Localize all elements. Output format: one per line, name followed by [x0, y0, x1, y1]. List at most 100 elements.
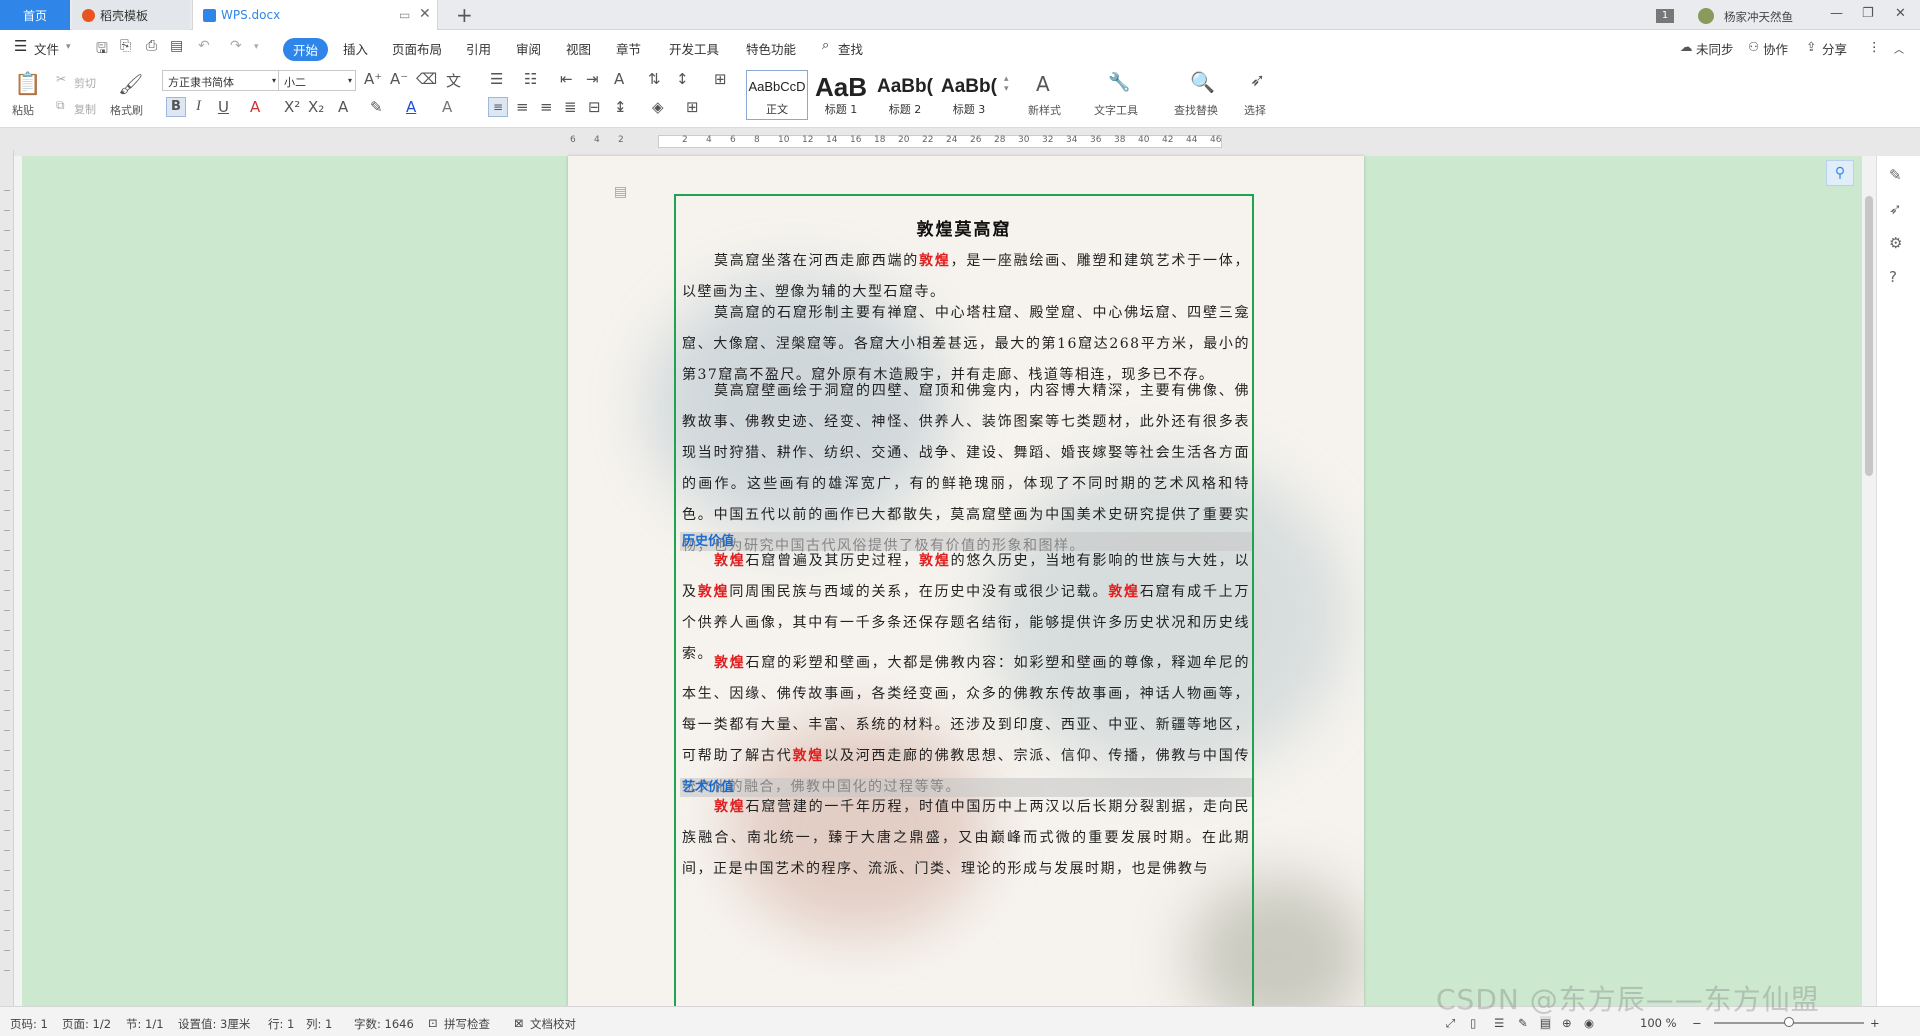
- cut-icon[interactable]: ✂: [56, 72, 66, 86]
- format-painter-button[interactable]: 格式刷: [110, 102, 143, 118]
- page-view-icon[interactable]: ▤: [1540, 1016, 1551, 1030]
- tab-home[interactable]: 首页: [0, 0, 70, 30]
- document-page[interactable]: ▤ 敦煌莫高窟 莫高窟坐落在河西走廊西端的敦煌，是一座融绘画、雕塑和建筑艺术于一…: [568, 156, 1364, 1006]
- window-count-badge[interactable]: 1: [1656, 9, 1674, 23]
- menu-file[interactable]: 文件: [34, 39, 59, 58]
- undo-icon[interactable]: ↶: [198, 38, 210, 54]
- paste-icon[interactable]: 📋: [14, 72, 41, 97]
- subscript-icon[interactable]: X₂: [308, 98, 324, 116]
- zoom-out-icon[interactable]: −: [1692, 1016, 1702, 1030]
- new-tab-icon[interactable]: +: [456, 3, 473, 27]
- font-color-icon[interactable]: A: [406, 98, 416, 116]
- fullscreen-icon[interactable]: ⤢: [1446, 1016, 1455, 1031]
- borders-icon[interactable]: ⊞: [686, 98, 699, 116]
- more-icon[interactable]: ⋮: [1868, 39, 1881, 54]
- close-tab-icon[interactable]: ✕: [419, 6, 431, 22]
- quick-access-more-icon[interactable]: ▾: [254, 42, 259, 52]
- zoom-level[interactable]: 100 %: [1640, 1016, 1677, 1030]
- hamburger-icon[interactable]: ☰: [14, 37, 27, 55]
- italic-icon[interactable]: I: [196, 98, 201, 115]
- strikethrough-icon[interactable]: A: [250, 98, 260, 116]
- print-icon[interactable]: ⎙: [146, 38, 157, 54]
- restore-icon[interactable]: ❐: [1862, 6, 1874, 21]
- pointer-icon[interactable]: ➶: [1889, 200, 1902, 218]
- justify-icon[interactable]: ≣: [564, 98, 577, 116]
- save-icon[interactable]: 🖫: [96, 38, 108, 62]
- decrease-indent-icon[interactable]: ⇤: [560, 70, 573, 88]
- export-pdf-icon[interactable]: ⎘: [120, 38, 131, 54]
- select-cursor-icon[interactable]: ➶: [1250, 70, 1265, 91]
- status-page-number[interactable]: 页码: 1: [10, 1016, 48, 1032]
- format-painter-icon[interactable]: 🖌: [118, 72, 143, 96]
- outline-view-icon[interactable]: ☰: [1494, 1016, 1504, 1030]
- change-case-icon[interactable]: A: [614, 70, 624, 88]
- zoom-slider-thumb[interactable]: [1784, 1017, 1794, 1027]
- find-replace-icon[interactable]: 🔍: [1190, 70, 1215, 94]
- status-page[interactable]: 页面: 1/2: [62, 1016, 111, 1032]
- read-mode-icon[interactable]: ▯: [1470, 1016, 1476, 1030]
- tab-templates[interactable]: 稻壳模板: [72, 0, 190, 30]
- eye-protection-icon[interactable]: ◉: [1584, 1016, 1594, 1030]
- font-size-select[interactable]: 小二 ▾: [278, 70, 356, 91]
- collab-icon[interactable]: ⚇: [1748, 39, 1759, 54]
- text-frame[interactable]: 敦煌莫高窟 莫高窟坐落在河西走廊西端的敦煌，是一座融绘画、雕塑和建筑艺术于一体，…: [674, 194, 1254, 1006]
- find-replace-button[interactable]: 查找替换: [1174, 102, 1218, 118]
- show-marks-icon[interactable]: ⊞: [714, 70, 727, 88]
- align-center-icon[interactable]: ≡: [516, 98, 529, 116]
- spellcheck-icon[interactable]: ⊡: [428, 1016, 438, 1030]
- help-icon[interactable]: ?: [1889, 268, 1897, 286]
- tab-document[interactable]: WPS.docx ▭ ✕: [192, 0, 438, 30]
- proofread-button[interactable]: 文档校对: [530, 1016, 576, 1032]
- style-heading-1[interactable]: AaB 标题 1: [810, 70, 872, 120]
- font-name-select[interactable]: 方正隶书简体 ▾: [162, 70, 280, 91]
- numbered-list-icon[interactable]: ☷: [524, 70, 537, 88]
- text-tool-button[interactable]: 文字工具: [1094, 102, 1138, 118]
- select-button[interactable]: 选择: [1244, 102, 1266, 118]
- status-section[interactable]: 节: 1/1: [126, 1016, 164, 1032]
- menu-search[interactable]: 查找: [838, 39, 863, 58]
- menu-special[interactable]: 特色功能: [746, 39, 796, 58]
- print-preview-icon[interactable]: ▤: [170, 38, 183, 54]
- align-left-icon[interactable]: ≡: [488, 97, 508, 117]
- paragraph-6[interactable]: 敦煌石窟营建的一千年历程，时值中国历中上两汉以后长期分裂割据，走向民族融合、南北…: [682, 792, 1250, 885]
- shrink-font-icon[interactable]: A⁻: [390, 70, 408, 88]
- user-name[interactable]: 杨家冲天然鱼: [1724, 9, 1793, 25]
- paste-button[interactable]: 粘贴: [12, 102, 34, 118]
- styles-scroll-icon[interactable]: ▴ ▾: [1004, 74, 1009, 94]
- spellcheck-button[interactable]: 拼写检查: [444, 1016, 490, 1032]
- wrench-icon[interactable]: 🔧: [1108, 72, 1130, 93]
- avatar[interactable]: [1698, 8, 1714, 24]
- share-button[interactable]: 分享: [1822, 39, 1847, 58]
- status-word-count[interactable]: 字数: 1646: [354, 1016, 414, 1032]
- close-window-icon[interactable]: ✕: [1895, 6, 1906, 21]
- layout-options-icon[interactable]: ▤: [614, 184, 627, 200]
- style-heading-3[interactable]: AaBb( 标题 3: [938, 70, 1000, 120]
- minimize-icon[interactable]: —: [1830, 6, 1843, 21]
- line-spacing-icon[interactable]: ↕: [676, 70, 689, 88]
- pen-icon[interactable]: ✎: [1889, 166, 1902, 184]
- menu-developer[interactable]: 开发工具: [669, 39, 719, 58]
- superscript-icon[interactable]: X²: [284, 98, 300, 116]
- web-view-icon[interactable]: ⊕: [1562, 1016, 1572, 1030]
- status-setting[interactable]: 设置值: 3厘米: [178, 1016, 250, 1032]
- vertical-scrollbar[interactable]: [1862, 156, 1876, 1006]
- menu-start[interactable]: 开始: [283, 38, 329, 61]
- edit-view-icon[interactable]: ✎: [1518, 1016, 1528, 1030]
- cut-button[interactable]: 剪切: [74, 75, 96, 91]
- collapse-ribbon-icon[interactable]: ︿: [1894, 41, 1904, 56]
- zoom-in-icon[interactable]: +: [1870, 1016, 1880, 1030]
- location-pin-icon[interactable]: ⚲: [1826, 160, 1854, 186]
- char-shading-icon[interactable]: A: [442, 98, 452, 116]
- settings-sliders-icon[interactable]: ⚙: [1889, 234, 1902, 252]
- underline-icon[interactable]: U: [218, 98, 229, 116]
- share-icon[interactable]: ⇪: [1806, 39, 1816, 54]
- increase-indent-icon[interactable]: ⇥: [586, 70, 599, 88]
- document-title[interactable]: 敦煌莫高窟: [676, 215, 1252, 240]
- redo-icon[interactable]: ↷: [230, 38, 242, 54]
- grow-font-icon[interactable]: A⁺: [364, 70, 382, 88]
- status-row[interactable]: 行: 1: [268, 1016, 294, 1032]
- style-heading-2[interactable]: AaBb( 标题 2: [874, 70, 936, 120]
- clear-format-icon[interactable]: ⌫: [416, 70, 437, 88]
- menu-references[interactable]: 引用: [466, 39, 491, 58]
- menu-insert[interactable]: 插入: [343, 39, 368, 58]
